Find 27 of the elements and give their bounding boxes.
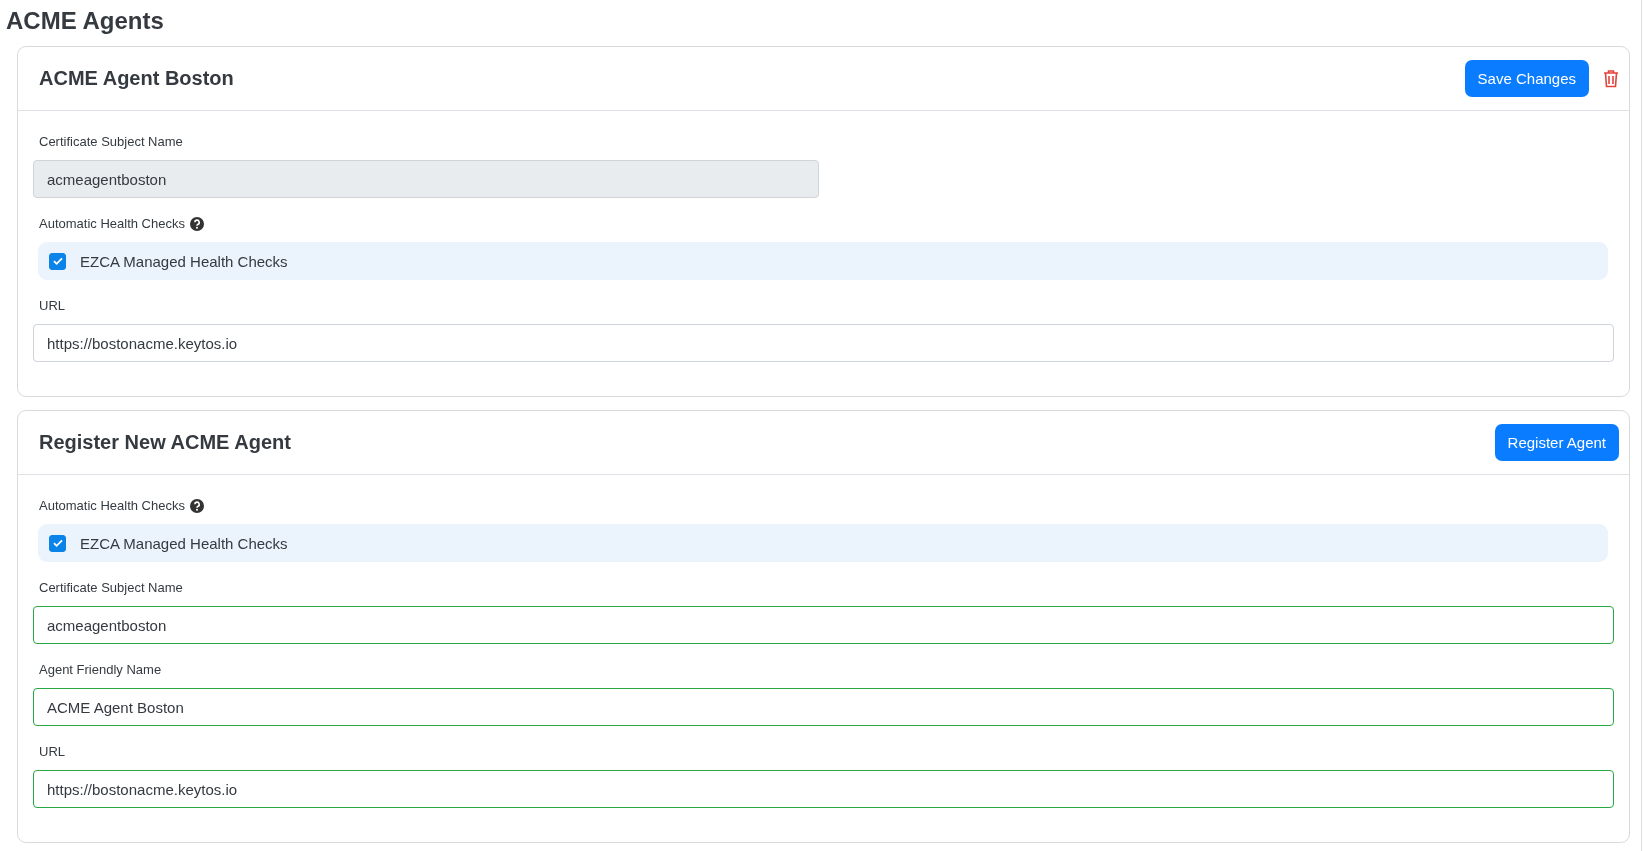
field-label: Certificate Subject Name — [39, 579, 183, 597]
card-title: ACME Agent Boston — [39, 67, 234, 90]
field-label: URL — [39, 743, 65, 761]
field-label: Automatic Health Checks — [39, 497, 185, 515]
help-icon[interactable] — [189, 217, 204, 231]
check-icon — [51, 537, 64, 549]
page-title: ACME Agents — [6, 6, 165, 36]
input-field[interactable]: https://bostonacme.keytos.io — [33, 324, 1614, 362]
help-icon[interactable] — [189, 499, 204, 513]
checkbox[interactable] — [49, 534, 66, 552]
checkbox-option[interactable]: EZCA Managed Health Checks — [38, 524, 1608, 562]
check-icon — [51, 255, 64, 267]
checkbox[interactable] — [49, 252, 66, 270]
field-label: Agent Friendly Name — [39, 661, 162, 679]
checkbox-label: EZCA Managed Health Checks — [80, 252, 288, 270]
input-field[interactable]: acmeagentboston — [33, 606, 1614, 644]
checkbox-label: EZCA Managed Health Checks — [80, 534, 288, 552]
primary-button[interactable]: Register Agent — [1494, 424, 1619, 461]
field-label: URL — [39, 297, 65, 315]
checkbox-option[interactable]: EZCA Managed Health Checks — [38, 242, 1608, 280]
trash-icon[interactable] — [1603, 69, 1619, 88]
primary-button[interactable]: Save Changes — [1464, 60, 1589, 97]
field-label: Certificate Subject Name — [39, 133, 183, 151]
input-field[interactable]: https://bostonacme.keytos.io — [33, 770, 1614, 808]
card-title: Register New ACME Agent — [39, 431, 291, 454]
field-label: Automatic Health Checks — [39, 215, 185, 233]
input-field[interactable]: ACME Agent Boston — [33, 688, 1614, 726]
